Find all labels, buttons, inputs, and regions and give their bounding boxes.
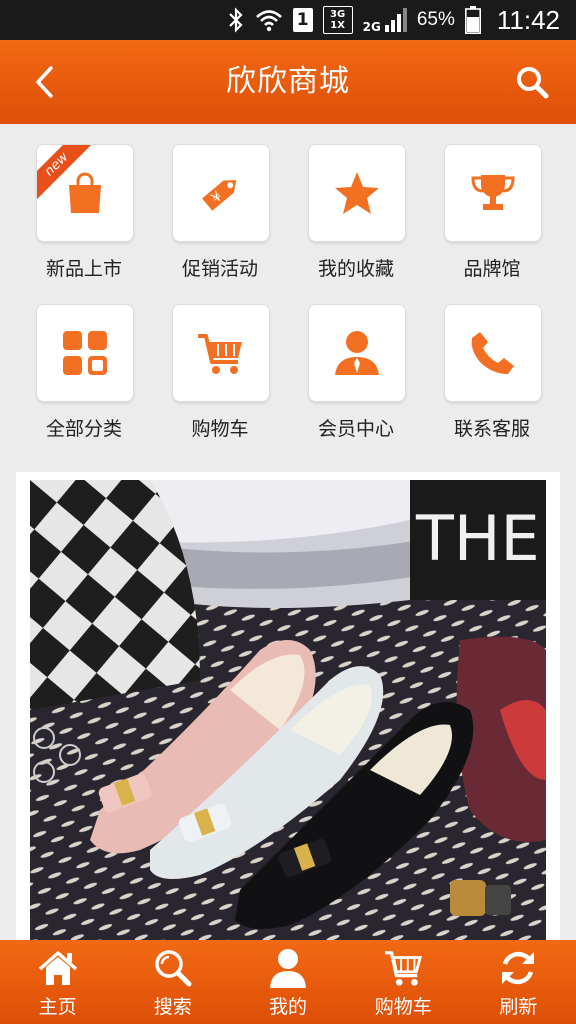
nav-mine-label: 我的 [269, 996, 308, 1018]
app-header: 欣欣商城 [0, 40, 576, 124]
grid-item-label: 联系客服 [453, 418, 530, 440]
sim-slot-indicator: 1 [292, 8, 313, 32]
grid-item-label: 会员中心 [317, 418, 394, 440]
grid-item-label: 购物车 [191, 418, 249, 440]
nav-cart-label: 购物车 [374, 996, 432, 1018]
grid-tile [308, 144, 406, 242]
grid-item-label: 我的收藏 [317, 258, 394, 280]
grid-item-new-arrivals[interactable]: new 新品上市 [16, 124, 152, 280]
star-icon [335, 172, 379, 214]
header-search-button[interactable] [510, 60, 554, 104]
page-title: 欣欣商城 [226, 64, 350, 99]
nav-search-label: 搜索 [153, 996, 192, 1018]
grid-tile: ¥ [172, 144, 270, 242]
grid-tile: new [36, 144, 134, 242]
grid-tile [444, 144, 542, 242]
grid-item-all-categories[interactable]: 全部分类 [16, 284, 152, 440]
network-type-2g: 2G [362, 20, 381, 34]
clock: 11:42 [496, 4, 560, 35]
grid-tile [172, 304, 270, 402]
bluetooth-icon [227, 7, 245, 33]
grid-tile [444, 304, 542, 402]
status-bar: 1 3G 1X 2G 65% 11:42 [0, 0, 576, 40]
shoes-product-image: THE [30, 480, 546, 952]
refresh-icon [498, 948, 538, 988]
search-icon [517, 67, 549, 99]
search-icon [153, 948, 193, 988]
grid-item-label: 品牌馆 [463, 258, 521, 280]
promo-banner[interactable]: THE [16, 472, 560, 952]
member-icon [335, 331, 379, 375]
nav-home-label: 主页 [38, 996, 77, 1018]
nav-refresh-label: 刷新 [499, 996, 538, 1018]
phone-icon [471, 332, 514, 374]
category-grid-icon [63, 331, 107, 375]
grid-tile [36, 304, 134, 402]
nav-refresh[interactable]: 刷新 [461, 940, 576, 1024]
network-type-3g: 3G [330, 9, 346, 20]
home-icon [38, 948, 78, 988]
banner-sign-text: THE [415, 502, 540, 575]
nav-mine[interactable]: 我的 [230, 940, 345, 1024]
grid-item-cart[interactable]: 购物车 [152, 284, 288, 440]
cart-icon [383, 948, 423, 988]
bottom-nav: 主页 搜索 我的 购物车 刷新 [0, 940, 576, 1024]
category-grid: new 新品上市 ¥ 促销活动 我的收藏 品牌馆 全部分类 购物车 会员中心 联… [0, 124, 576, 464]
nav-search[interactable]: 搜索 [115, 940, 230, 1024]
cart-icon [198, 334, 242, 374]
grid-item-brands[interactable]: 品牌馆 [424, 124, 560, 280]
network-type-indicator: 3G 1X [322, 6, 353, 34]
grid-item-favorites[interactable]: 我的收藏 [288, 124, 424, 280]
nav-cart[interactable]: 购物车 [346, 940, 461, 1024]
price-tag-icon: ¥ [202, 180, 237, 211]
nav-home[interactable]: 主页 [0, 940, 115, 1024]
grid-item-label: 新品上市 [45, 258, 122, 280]
grid-item-customer-service[interactable]: 联系客服 [424, 284, 560, 440]
grid-item-label: 全部分类 [45, 418, 122, 440]
wifi-icon [255, 7, 283, 33]
network-type-1x: 1X [330, 20, 345, 31]
user-icon [268, 948, 308, 988]
grid-tile [308, 304, 406, 402]
grid-item-promotions[interactable]: ¥ 促销活动 [152, 124, 288, 280]
battery-percent: 65% [416, 9, 455, 30]
signal-icon [384, 7, 407, 33]
grid-item-member-center[interactable]: 会员中心 [288, 284, 424, 440]
grid-item-label: 促销活动 [181, 258, 258, 280]
battery-icon [464, 6, 481, 34]
shopping-bag-icon [69, 172, 101, 213]
trophy-icon [471, 175, 515, 210]
